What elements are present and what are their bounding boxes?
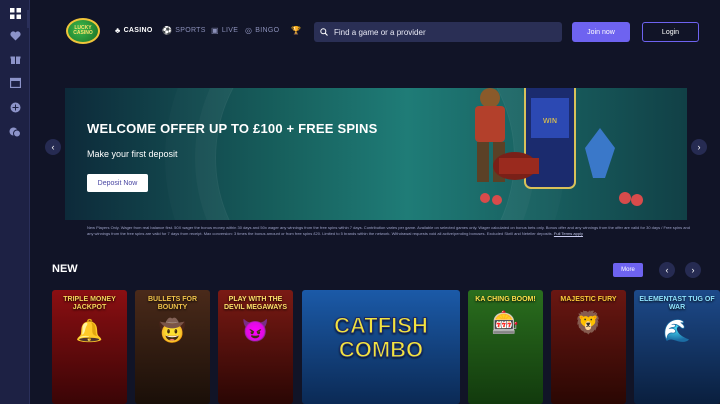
hero-banner[interactable]: WELCOME OFFER UP TO £100 + FREE SPINS Ma… — [65, 88, 687, 220]
live-icon: ▣ — [211, 26, 219, 35]
devil-icon: 😈 — [241, 318, 270, 343]
chevron-right-icon: › — [697, 142, 701, 152]
bingo-icon: ◎ — [245, 26, 253, 35]
nav-live[interactable]: ▣ LIVE — [211, 26, 238, 35]
hero-subtitle: Make your first deposit — [87, 149, 178, 159]
cowboy-icon: 🤠 — [158, 318, 187, 343]
game-title: ELEMENTAST TUG OF WAR — [639, 296, 715, 311]
plus-circle-icon[interactable] — [8, 100, 22, 114]
hero-next-button[interactable]: › — [691, 139, 707, 155]
svg-text:WIN: WIN — [543, 117, 557, 125]
nav-trophy[interactable]: 🏆 — [291, 26, 301, 35]
nav-casino-label: CASINO — [123, 27, 153, 34]
games-next-button[interactable]: › — [685, 262, 701, 278]
game-tile[interactable]: PLAY WITH THE DEVIL MEGAWAYS 😈 — [218, 290, 293, 404]
game-title: CATFISH COMBO — [334, 313, 429, 362]
calendar-icon[interactable] — [8, 75, 22, 89]
chat-icon[interactable] — [8, 125, 22, 139]
ball-icon: ⚽ — [162, 26, 173, 35]
slot-machine-icon: 🎰 — [491, 310, 520, 335]
game-tile[interactable]: MAJESTIC FURY 🦁 — [551, 290, 626, 404]
hero-illustration: WIN — [475, 88, 643, 206]
game-tile[interactable]: CATFISH COMBO — [302, 290, 460, 404]
nav-sports-label: SPORTS — [175, 27, 206, 34]
terms-text: New Players Only. Wager from real balanc… — [87, 225, 697, 236]
game-tile[interactable]: KA CHING BOOM! 🎰 — [468, 290, 543, 404]
full-terms-link[interactable]: Full Terms apply — [554, 231, 583, 236]
terms-body: New Players Only. Wager from real balanc… — [87, 225, 690, 236]
game-title: MAJESTIC FURY — [560, 296, 617, 303]
nav-bingo-label: BINGO — [255, 27, 280, 34]
game-tile[interactable]: ELEMENTAST TUG OF WAR 🌊 — [634, 290, 720, 404]
nav-sports[interactable]: ⚽ SPORTS — [162, 26, 206, 35]
search-icon — [320, 28, 328, 36]
game-title: TRIPLE MONEY JACKPOT — [63, 296, 116, 311]
nav-casino[interactable]: ♣ CASINO — [115, 26, 153, 35]
bell-icon: 🔔 — [75, 318, 104, 343]
club-icon: ♣ — [115, 26, 121, 35]
deposit-now-button[interactable]: Deposit Now — [87, 174, 148, 192]
game-tile[interactable]: TRIPLE MONEY JACKPOT 🔔 — [52, 290, 127, 404]
game-tile[interactable]: BULLETS FOR BOUNTY 🤠 — [135, 290, 210, 404]
search-input[interactable]: Find a game or a provider — [314, 22, 562, 42]
wave-icon: 🌊 — [663, 318, 691, 343]
chevron-left-icon: ‹ — [51, 142, 55, 152]
gift-icon[interactable] — [8, 52, 22, 66]
game-title: PLAY WITH THE DEVIL MEGAWAYS — [223, 296, 288, 311]
nav-bingo[interactable]: ◎ BINGO — [245, 26, 279, 35]
game-title: KA CHING BOOM! — [475, 296, 536, 303]
chevron-left-icon: ‹ — [665, 265, 669, 275]
heart-icon[interactable] — [8, 29, 22, 43]
grid-icon[interactable] — [8, 6, 22, 20]
hero-title: WELCOME OFFER UP TO £100 + FREE SPINS — [87, 121, 378, 136]
join-now-button[interactable]: Join now — [572, 22, 630, 42]
new-section-title: NEW — [52, 263, 78, 275]
nav-live-label: LIVE — [221, 27, 239, 34]
login-button[interactable]: Login — [642, 22, 699, 42]
search-placeholder: Find a game or a provider — [334, 27, 426, 37]
trophy-icon: 🏆 — [291, 26, 302, 35]
site-logo[interactable]: LUCKY CASINO — [66, 18, 100, 44]
chevron-right-icon: › — [691, 265, 695, 275]
more-button[interactable]: More — [613, 263, 643, 277]
games-prev-button[interactable]: ‹ — [659, 262, 675, 278]
lion-icon: 🦁 — [574, 310, 603, 335]
game-title: BULLETS FOR BOUNTY — [148, 296, 197, 311]
sidebar — [0, 0, 30, 404]
hero-prev-button[interactable]: ‹ — [45, 139, 61, 155]
logo-text: LUCKY CASINO — [73, 25, 93, 36]
